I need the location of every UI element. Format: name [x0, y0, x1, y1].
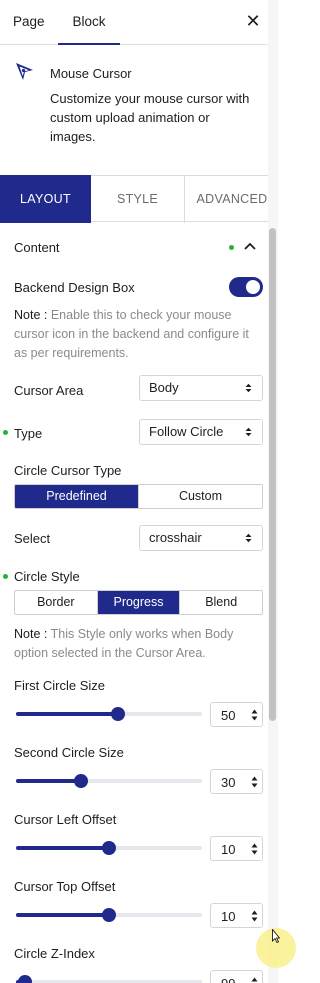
number-input[interactable]: 30 — [210, 769, 263, 794]
section-title-content[interactable]: Content — [14, 240, 60, 255]
block-title: Mouse Cursor — [50, 66, 132, 81]
range-slider[interactable] — [16, 841, 202, 855]
option-predefined[interactable]: Predefined — [15, 485, 139, 508]
settings-tabs: LAYOUT STYLE ADVANCED — [0, 175, 278, 223]
number-value: 10 — [221, 909, 236, 924]
range-slider[interactable] — [16, 707, 202, 721]
backend-design-box-toggle[interactable] — [229, 277, 263, 297]
status-dot — [229, 245, 234, 250]
range-slider[interactable] — [16, 908, 202, 922]
select-label: Select — [14, 531, 51, 546]
option-blend[interactable]: Blend — [180, 591, 262, 614]
number-value: 30 — [221, 775, 236, 790]
slider-label: First Circle Size — [14, 678, 106, 693]
slider-label: Circle Z-Index — [14, 946, 95, 961]
note-prefix: Note : — [14, 627, 48, 641]
circle-cursor-type-label: Circle Cursor Type — [14, 463, 122, 478]
stepper-icon[interactable] — [251, 708, 258, 722]
note-circle-style: Note : This Style only works when Body o… — [14, 625, 254, 663]
tab-style[interactable]: STYLE — [91, 175, 185, 223]
stepper-icon[interactable] — [251, 976, 258, 983]
cursor-area-value: Body — [149, 380, 179, 395]
slider-handle[interactable] — [102, 841, 116, 855]
select-caret-icon — [245, 533, 252, 543]
mouse-pointer-icon — [272, 929, 280, 943]
slider-label: Cursor Left Offset — [14, 812, 117, 827]
inspector-tabs: Page Block ✕ — [0, 0, 270, 45]
tab-block[interactable]: Block — [58, 0, 120, 45]
note-backend: Note : Enable this to check your mouse c… — [14, 306, 254, 363]
number-input[interactable]: 10 — [210, 903, 263, 928]
type-label: Type — [14, 426, 43, 441]
slider-label: Cursor Top Offset — [14, 879, 116, 894]
slider-label: Second Circle Size — [14, 745, 124, 760]
stepper-icon[interactable] — [251, 775, 258, 789]
option-border[interactable]: Border — [15, 591, 98, 614]
range-slider[interactable] — [16, 774, 202, 788]
number-input[interactable]: 10 — [210, 836, 263, 861]
type-select[interactable]: Follow Circle — [139, 419, 263, 445]
cursor-style-value: crosshair — [149, 530, 202, 545]
circle-style-label: Circle Style — [14, 569, 80, 584]
cursor-style-select[interactable]: crosshair — [139, 525, 263, 551]
number-value: 10 — [221, 842, 236, 857]
status-dot — [3, 430, 8, 435]
slider-handle[interactable] — [111, 707, 126, 721]
note-text: Enable this to check your mouse cursor i… — [14, 308, 249, 360]
stepper-icon[interactable] — [251, 842, 258, 856]
block-description: Customize your mouse cursor with custom … — [50, 91, 250, 144]
slider-fill — [16, 779, 82, 783]
stepper-icon[interactable] — [251, 909, 258, 923]
option-custom[interactable]: Custom — [139, 485, 262, 508]
tab-page[interactable]: Page — [13, 0, 45, 45]
select-caret-icon — [245, 383, 252, 393]
tab-advanced[interactable]: ADVANCED — [186, 175, 278, 223]
tab-layout[interactable]: LAYOUT — [0, 175, 91, 223]
slider-handle[interactable] — [74, 774, 89, 788]
circle-style-toggle: Border Progress Blend — [14, 590, 263, 615]
number-input[interactable]: 99 — [210, 970, 263, 983]
chevron-up-icon[interactable] — [244, 242, 256, 250]
number-value: 99 — [221, 976, 235, 983]
select-caret-icon — [245, 427, 252, 437]
slider-fill — [16, 712, 119, 716]
slider-fill — [16, 846, 109, 850]
slider-handle[interactable] — [18, 975, 33, 983]
backend-design-box-label: Backend Design Box — [14, 280, 135, 295]
status-dot — [3, 574, 8, 579]
number-value: 50 — [221, 708, 236, 723]
note-text: This Style only works when Body option s… — [14, 627, 234, 660]
note-prefix: Note : — [14, 308, 48, 322]
cursor-area-label: Cursor Area — [14, 383, 84, 398]
cursor-area-select[interactable]: Body — [139, 375, 263, 401]
close-icon[interactable]: ✕ — [244, 12, 262, 30]
type-value: Follow Circle — [149, 424, 224, 439]
mouse-cursor-block-icon — [16, 63, 33, 80]
scrollbar-thumb[interactable] — [269, 228, 276, 721]
slider-handle[interactable] — [102, 908, 116, 922]
number-input[interactable]: 50 — [210, 702, 263, 727]
circle-cursor-type-toggle: Predefined Custom — [14, 484, 263, 509]
slider-fill — [16, 913, 109, 917]
option-progress[interactable]: Progress — [97, 591, 181, 614]
